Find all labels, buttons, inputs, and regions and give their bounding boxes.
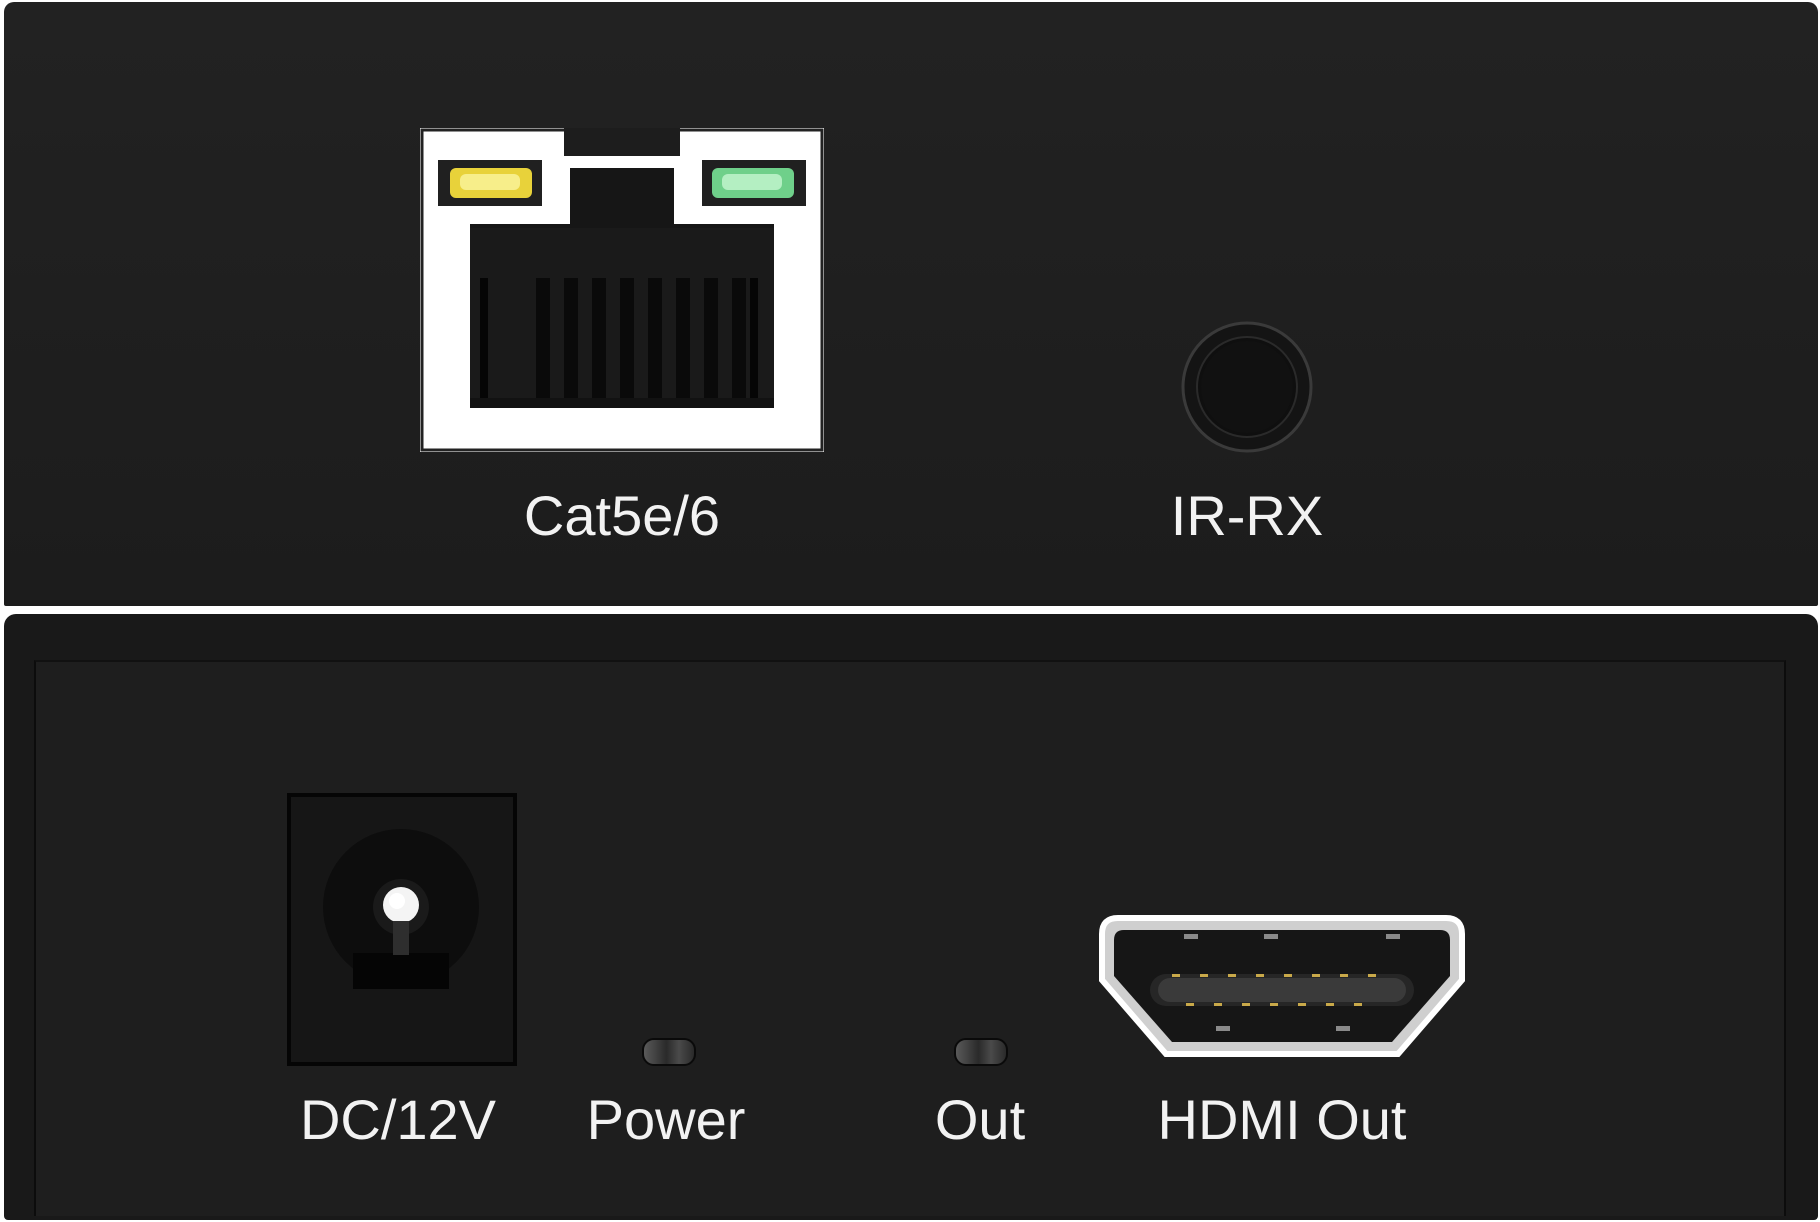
top-panel xyxy=(4,2,1818,606)
hdmi-out-label: HDMI Out xyxy=(1157,1088,1407,1151)
dc-power-jack-icon xyxy=(287,793,517,1066)
ethernet-port-label: Cat5e/6 xyxy=(523,484,721,547)
power-label: Power xyxy=(586,1088,746,1151)
bottom-panel xyxy=(4,614,1818,1220)
ir-receiver-label: IR-RX xyxy=(1170,484,1324,547)
out-led-indicator xyxy=(954,1038,1008,1066)
rj45-port-icon xyxy=(420,128,824,452)
ir-receiver-jack-icon xyxy=(1181,321,1313,453)
out-label: Out xyxy=(934,1088,1026,1151)
hdmi-out-port-icon xyxy=(1099,915,1465,1057)
dc-power-label: DC/12V xyxy=(299,1088,497,1151)
power-led-indicator xyxy=(642,1038,696,1066)
